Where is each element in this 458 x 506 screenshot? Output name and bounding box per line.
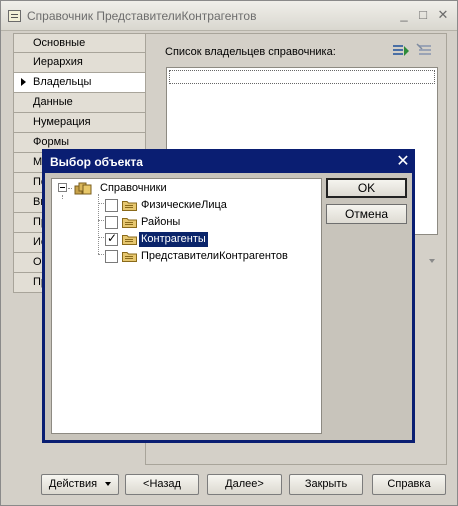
tab-owners[interactable]: Владельцы bbox=[13, 73, 146, 93]
next-button[interactable]: Далее> bbox=[207, 474, 282, 495]
tree-item[interactable]: ✓ Контрагенты bbox=[52, 231, 312, 248]
catalog-folder-icon bbox=[122, 251, 137, 262]
tree-item-label: ФизическиеЛица bbox=[141, 199, 227, 211]
tree-item-label: ПредставителиКонтрагентов bbox=[141, 250, 288, 262]
tab-hierarchy[interactable]: Иерархия bbox=[13, 53, 146, 73]
catalog-folder-icon bbox=[122, 217, 137, 228]
minimize-button[interactable]: _ bbox=[395, 6, 413, 24]
catalog-folder-icon bbox=[122, 200, 137, 211]
item-checkbox[interactable] bbox=[105, 199, 118, 212]
owners-list-label: Список владельцев справочника: bbox=[165, 46, 336, 58]
select-object-dialog: Выбор объекта ✕ Справочники ФизическиеЛи… bbox=[42, 149, 415, 443]
active-tab-marker-icon bbox=[21, 78, 26, 86]
dialog-close-button[interactable]: ✕ bbox=[395, 153, 411, 171]
tab-label: Иерархия bbox=[33, 56, 83, 68]
tab-label: Нумерация bbox=[33, 116, 91, 128]
list-settings-icon[interactable] bbox=[416, 42, 434, 59]
catalog-folder-icon bbox=[122, 234, 137, 245]
item-checkbox-checked[interactable]: ✓ bbox=[105, 231, 118, 246]
tree-root-label: Справочники bbox=[100, 182, 167, 194]
tree-item[interactable]: Районы bbox=[52, 214, 312, 231]
chevron-down-icon bbox=[105, 482, 112, 487]
tree-connector bbox=[68, 188, 72, 189]
window-title: Справочник ПредставителиКонтрагентов bbox=[27, 9, 257, 23]
list-focus-row bbox=[169, 70, 435, 84]
tab-label: Данные bbox=[33, 96, 73, 108]
checkmark-icon: ✓ bbox=[107, 231, 118, 245]
dialog-titlebar[interactable]: Выбор объекта ✕ bbox=[45, 152, 412, 173]
item-checkbox[interactable] bbox=[105, 216, 118, 229]
tab-label: Основные bbox=[33, 37, 86, 49]
tab-basic[interactable]: Основные bbox=[13, 33, 146, 53]
catalog-app-icon bbox=[8, 10, 21, 22]
edit-list-icon[interactable] bbox=[392, 42, 410, 59]
object-tree[interactable]: Справочники ФизическиеЛица Районы ✓ Конт… bbox=[51, 178, 322, 434]
cancel-button[interactable]: Отмена bbox=[326, 204, 407, 224]
tree-item-label: Районы bbox=[141, 216, 181, 228]
tab-label: Владельцы bbox=[33, 76, 92, 88]
actions-button[interactable]: Действия bbox=[41, 474, 119, 495]
tab-data[interactable]: Данные bbox=[13, 93, 146, 113]
item-checkbox[interactable] bbox=[105, 250, 118, 263]
window-titlebar[interactable]: Справочник ПредставителиКонтрагентов _ □… bbox=[1, 1, 457, 31]
tree-root-row[interactable]: Справочники bbox=[52, 180, 312, 197]
actions-label: Действия bbox=[48, 478, 98, 490]
back-button[interactable]: <Назад bbox=[125, 474, 199, 495]
ok-button[interactable]: OK bbox=[326, 178, 407, 198]
close-button[interactable]: ✕ bbox=[434, 6, 452, 24]
tab-numbering[interactable]: Нумерация bbox=[13, 113, 146, 133]
catalogs-icon bbox=[74, 182, 94, 195]
help-button[interactable]: Справка bbox=[372, 474, 446, 495]
close-form-button[interactable]: Закрыть bbox=[289, 474, 363, 495]
collapse-icon[interactable] bbox=[58, 183, 67, 192]
chevron-down-icon[interactable] bbox=[427, 255, 437, 267]
tab-label: Формы bbox=[33, 136, 70, 148]
dialog-title: Выбор объекта bbox=[50, 155, 143, 169]
tree-item-label-selected: Контрагенты bbox=[139, 232, 208, 247]
tree-item[interactable]: ПредставителиКонтрагентов bbox=[52, 248, 317, 265]
maximize-button[interactable]: □ bbox=[414, 6, 432, 24]
tree-item[interactable]: ФизическиеЛица bbox=[52, 197, 312, 214]
